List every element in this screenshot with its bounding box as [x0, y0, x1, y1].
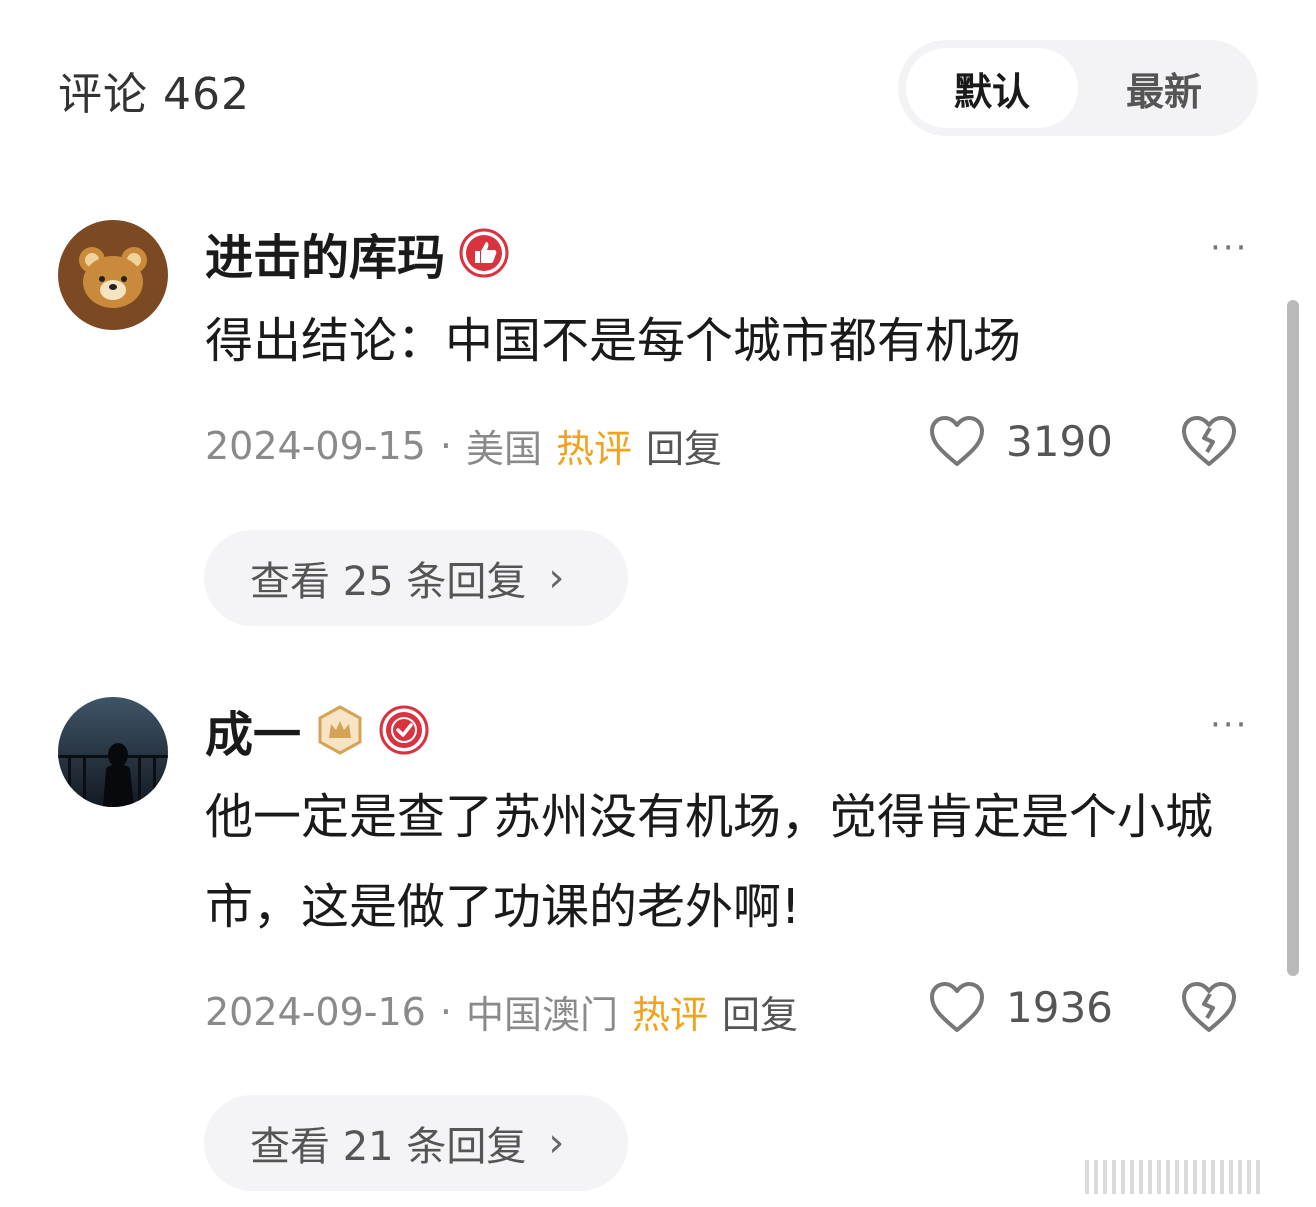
- hot-comment-label: 热评: [555, 427, 632, 471]
- more-options-icon[interactable]: ···: [1210, 705, 1248, 745]
- thumbs-up-badge-icon: [459, 228, 509, 278]
- chevron-right-icon: ›: [548, 1120, 565, 1166]
- sort-default-tab[interactable]: 默认: [906, 48, 1078, 128]
- broken-heart-icon: [1182, 982, 1236, 1032]
- comment-meta: 2024-09-15 · 美国 热评 回复: [205, 418, 722, 473]
- heart-icon: [930, 416, 984, 466]
- avatar[interactable]: [58, 220, 168, 330]
- comment-text: 他一定是查了苏州没有机场，觉得肯定是个小城市，这是做了功课的老外啊!: [205, 789, 1214, 935]
- check-badge-icon: [379, 705, 429, 755]
- chevron-right-icon: ›: [548, 555, 565, 601]
- view-replies-label: 查看 25 条回复: [250, 559, 527, 605]
- avatar[interactable]: [58, 697, 168, 807]
- view-replies-button[interactable]: 查看 21 条回复 ›: [204, 1095, 628, 1191]
- reply-button[interactable]: 回复: [646, 418, 722, 473]
- comment-location: 美国: [465, 427, 542, 471]
- comment-date: 2024-09-16: [205, 989, 426, 1034]
- like-button[interactable]: 3190: [928, 414, 1113, 468]
- comments-count-title: 评论 462: [58, 69, 250, 120]
- like-count: 3190: [1006, 416, 1113, 466]
- comment-date: 2024-09-15: [205, 423, 426, 468]
- heart-icon: [930, 982, 984, 1032]
- watermark: [1085, 1160, 1305, 1194]
- more-options-icon[interactable]: ···: [1210, 228, 1248, 268]
- separator-dot: ·: [439, 423, 452, 468]
- sort-toggle: 默认 最新: [898, 40, 1258, 136]
- comment-meta: 2024-09-16 · 中国澳门 热评 回复: [205, 984, 798, 1039]
- crown-badge-icon: [315, 705, 365, 755]
- comment-username[interactable]: 成一: [205, 695, 429, 765]
- dislike-button[interactable]: [1180, 980, 1238, 1038]
- comment-text: 得出结论：中国不是每个城市都有机场: [205, 313, 1022, 369]
- comment-username[interactable]: 进击的库玛: [205, 218, 509, 288]
- hot-comment-label: 热评: [631, 993, 708, 1037]
- scrollbar[interactable]: [1287, 300, 1299, 976]
- username-text[interactable]: 成一: [205, 695, 301, 765]
- comment-location: 中国澳门: [465, 993, 618, 1037]
- broken-heart-icon: [1182, 416, 1236, 466]
- separator-dot: ·: [439, 989, 452, 1034]
- dislike-button[interactable]: [1180, 414, 1238, 472]
- username-text[interactable]: 进击的库玛: [205, 218, 445, 288]
- reply-button[interactable]: 回复: [722, 984, 798, 1039]
- view-replies-button[interactable]: 查看 25 条回复 ›: [204, 530, 628, 626]
- sort-latest-tab[interactable]: 最新: [1078, 48, 1250, 128]
- like-count: 1936: [1006, 982, 1113, 1032]
- view-replies-label: 查看 21 条回复: [250, 1124, 527, 1170]
- like-button[interactable]: 1936: [928, 980, 1113, 1034]
